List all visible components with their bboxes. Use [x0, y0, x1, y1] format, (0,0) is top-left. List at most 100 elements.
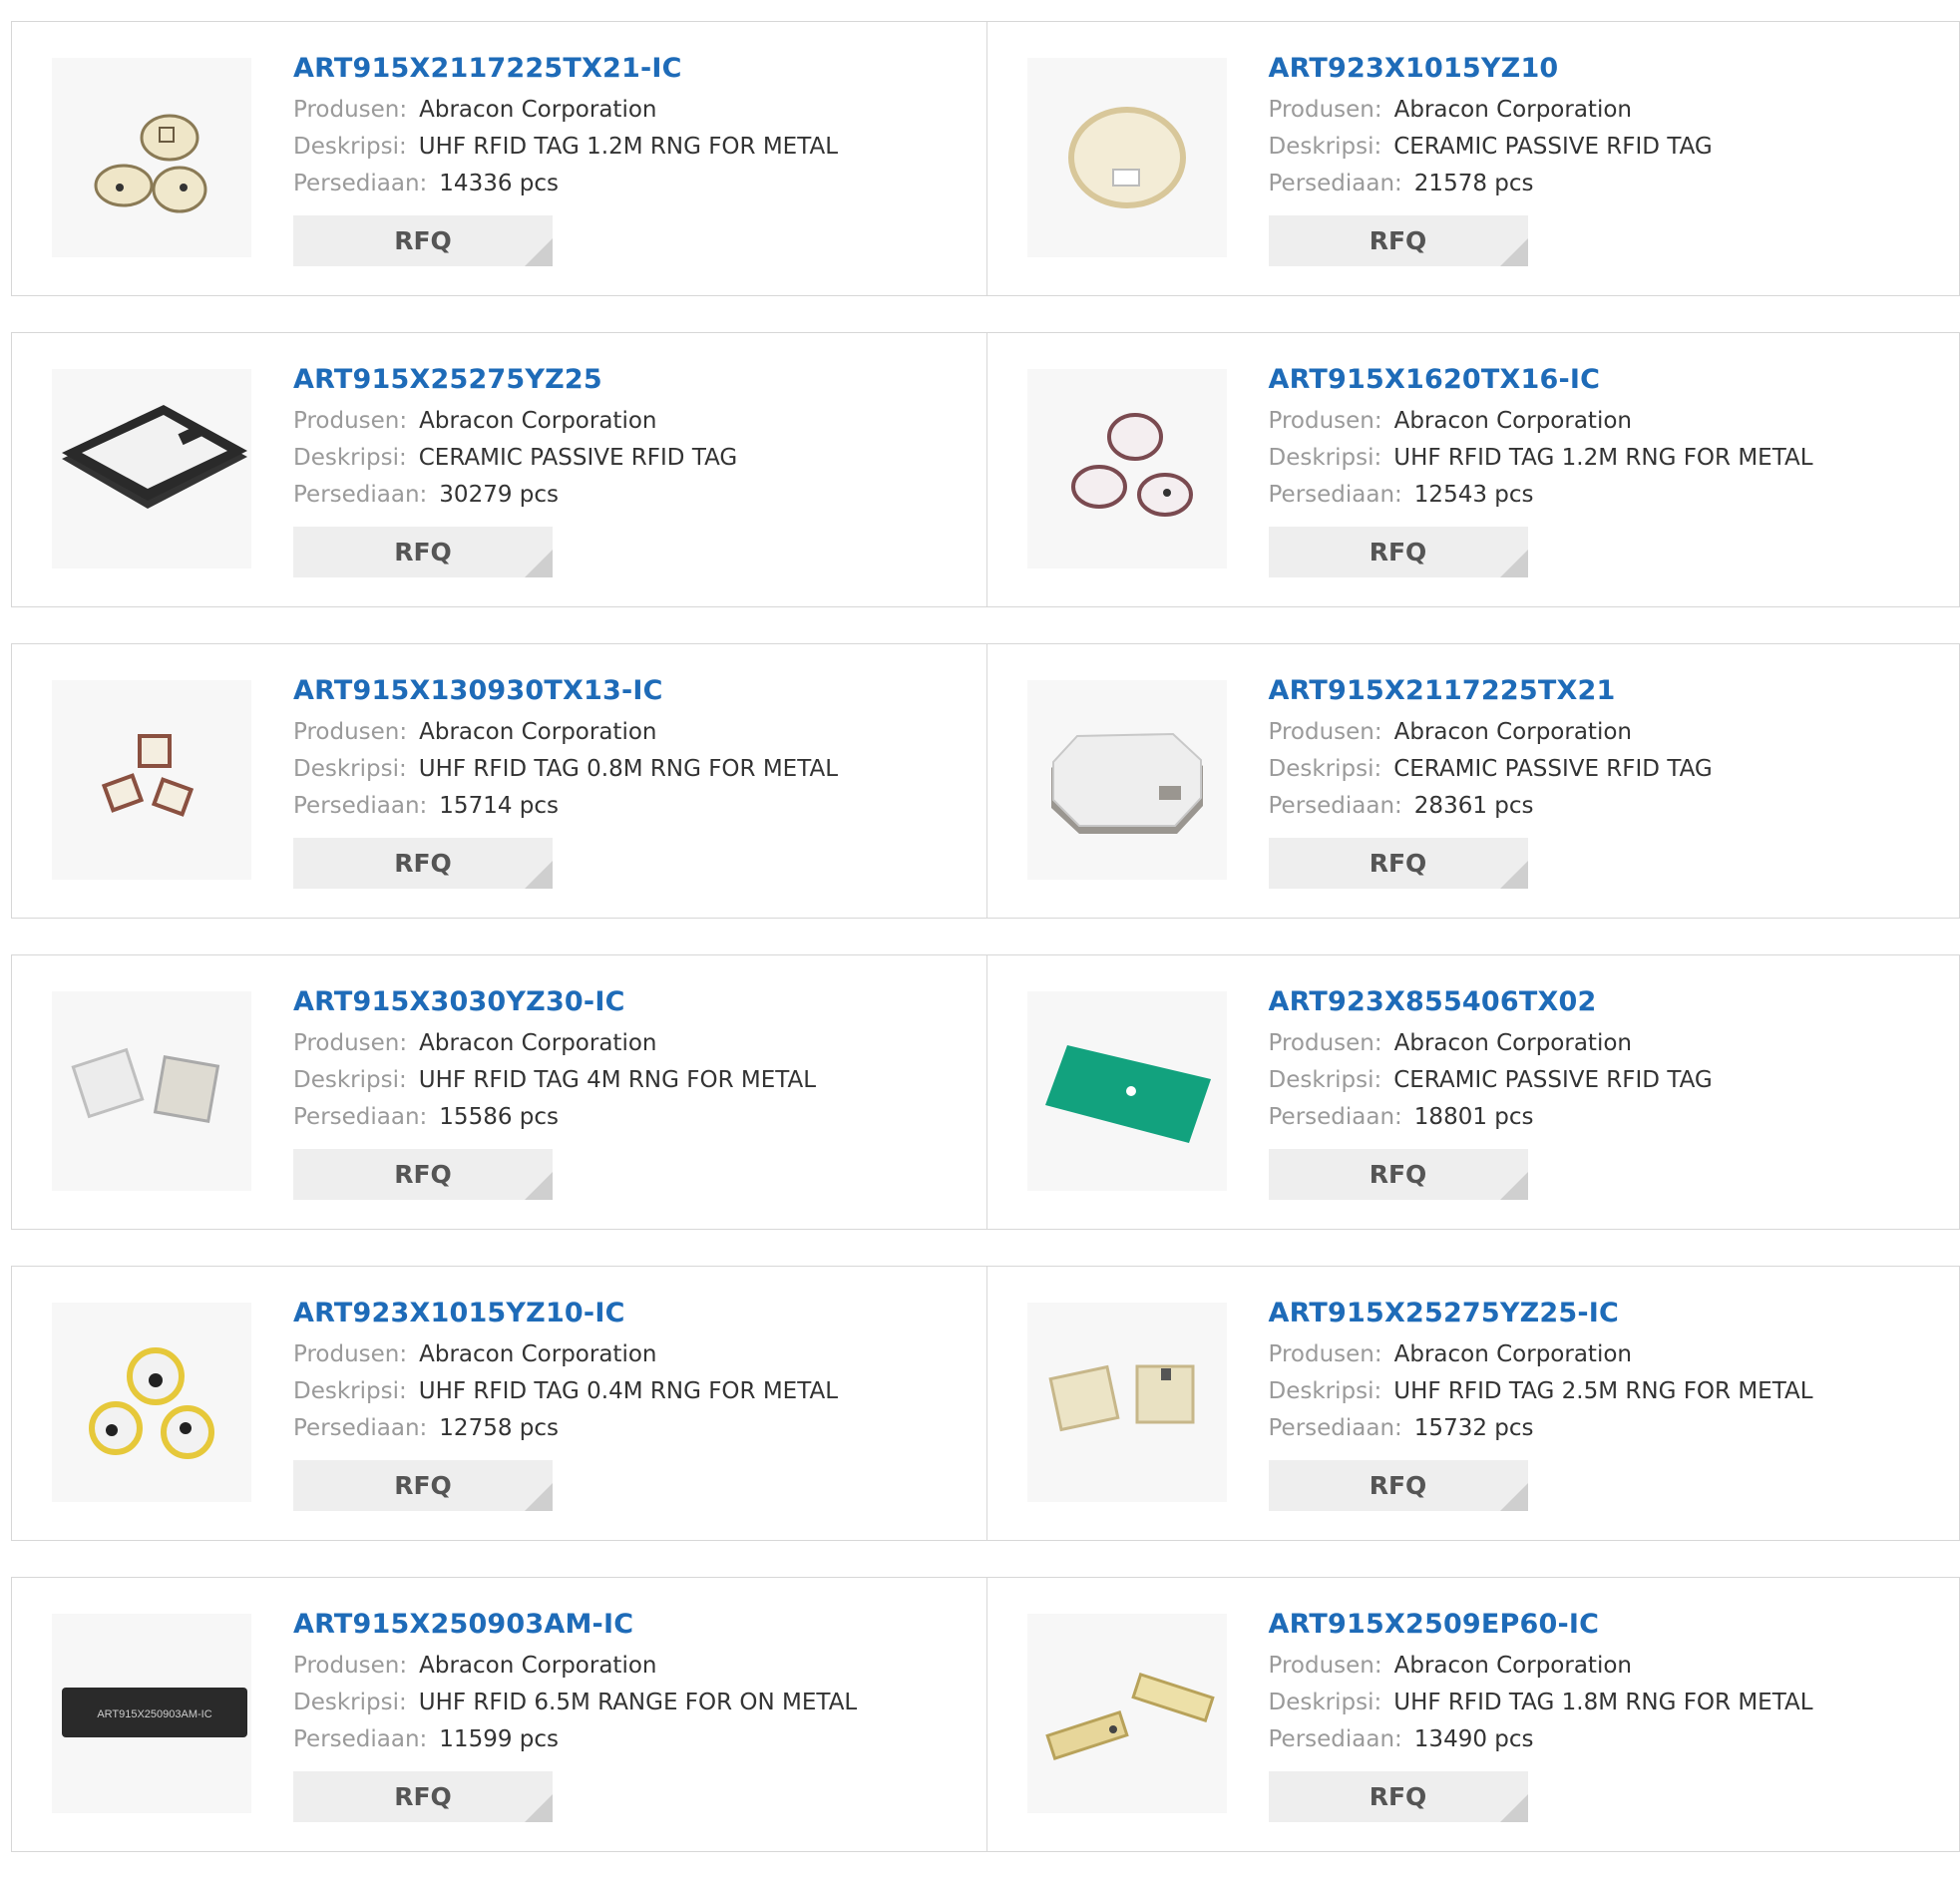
description-value: UHF RFID TAG 1.2M RNG FOR METAL: [419, 134, 838, 160]
rfq-button[interactable]: RFQ: [1269, 1771, 1528, 1822]
manufacturer-row: Produsen:Abracon Corporation: [1269, 92, 1713, 129]
description-label: Deskripsi:: [1269, 1690, 1382, 1715]
manufacturer-label: Produsen:: [293, 719, 407, 745]
product-part-number-link[interactable]: ART923X1015YZ10-IC: [293, 1297, 838, 1330]
rfq-button-label: RFQ: [394, 1160, 452, 1189]
product-image[interactable]: [1027, 369, 1227, 568]
rfq-button-label: RFQ: [1370, 226, 1427, 255]
manufacturer-label: Produsen:: [1269, 408, 1382, 434]
product-info: ART915X25275YZ25-IC Produsen: Abracon Cor…: [1269, 1297, 1813, 1511]
product-image[interactable]: [52, 58, 251, 257]
product-image[interactable]: [52, 991, 251, 1191]
manufacturer-label: Produsen:: [293, 1030, 407, 1056]
product-row: ART915X3030YZ30-IC Produsen: Abracon Corp…: [11, 954, 1960, 1230]
manufacturer-label: Produsen:: [1269, 719, 1382, 745]
product-card: ART923X1015YZ10-IC Produsen: Abracon Corp…: [11, 1266, 987, 1541]
manufacturer-value: Abracon Corporation: [1394, 1341, 1632, 1367]
product-part-number-link[interactable]: ART915X2117225TX21-IC: [293, 52, 838, 86]
product-row: ART915X130930TX13-IC Produsen:Abracon Co…: [11, 643, 1960, 919]
stock-label: Persediaan:: [1269, 1726, 1402, 1752]
rfq-button[interactable]: RFQ: [1269, 527, 1528, 577]
rfq-button[interactable]: RFQ: [293, 215, 553, 266]
product-card: ART915X2509EP60-IC Produsen:Abracon Corp…: [987, 1577, 1960, 1852]
product-part-number-link[interactable]: ART915X250903AM-IC: [293, 1608, 857, 1642]
product-card: ART915X25275YZ25 Produsen:Abracon Corpor…: [11, 332, 987, 607]
product-card: ART915X2117225TX21 Produsen:Abracon Corp…: [987, 643, 1960, 919]
product-grid: ART915X2117225TX21-IC Produsen: Abracon C…: [11, 21, 1960, 1888]
product-row: ART915X2117225TX21-IC Produsen:Abracon C…: [11, 21, 1960, 296]
product-image-print: ART915X250903AM-IC: [97, 1708, 211, 1720]
rfq-button-label: RFQ: [394, 226, 452, 255]
product-part-number-link[interactable]: ART915X25275YZ25: [293, 363, 737, 397]
rfq-corner-decoration: [1500, 1794, 1528, 1822]
rfq-button[interactable]: RFQ: [1269, 838, 1528, 889]
description-row: Deskripsi:CERAMIC PASSIVE RFID TAG: [1269, 1062, 1713, 1099]
product-image[interactable]: [1027, 58, 1227, 257]
stock-row: Persediaan: 15714 pcs: [293, 788, 838, 825]
manufacturer-row: Produsen: Abracon Corporation: [293, 1336, 838, 1373]
product-image[interactable]: [52, 369, 251, 568]
stock-label: Persediaan:: [1269, 1415, 1402, 1441]
product-part-number-link[interactable]: ART923X855406TX02: [1269, 985, 1713, 1019]
manufacturer-row: Produsen:Abracon Corporation: [293, 1648, 857, 1685]
description-row: Deskripsi:UHF RFID TAG 0.4M RNG FOR META…: [293, 1373, 838, 1410]
product-part-number-link[interactable]: ART923X1015YZ10: [1269, 52, 1713, 86]
product-image[interactable]: ART915X250903AM-IC: [52, 1614, 251, 1813]
description-value: UHF RFID TAG 1.2M RNG FOR METAL: [1393, 445, 1812, 471]
description-label: Deskripsi:: [1269, 756, 1382, 782]
product-info: ART923X1015YZ10-IC Produsen: Abracon Corp…: [293, 1297, 838, 1511]
product-part-number-link[interactable]: ART915X2509EP60-IC: [1269, 1608, 1813, 1642]
rfq-button[interactable]: RFQ: [1269, 1149, 1528, 1200]
manufacturer-label: Produsen:: [1269, 1341, 1382, 1367]
product-part-number-link[interactable]: ART915X3030YZ30-IC: [293, 985, 816, 1019]
product-info: ART915X2509EP60-IC Produsen:Abracon Corp…: [1269, 1608, 1813, 1822]
rfq-button[interactable]: RFQ: [293, 1460, 553, 1511]
description-value: CERAMIC PASSIVE RFID TAG: [419, 445, 738, 471]
rfq-button[interactable]: RFQ: [293, 1771, 553, 1822]
stock-value: 12758 pcs: [439, 1415, 559, 1441]
product-image[interactable]: [1027, 680, 1227, 880]
rfq-button[interactable]: RFQ: [293, 1149, 553, 1200]
product-part-number-link[interactable]: ART915X1620TX16-IC: [1269, 363, 1813, 397]
rfq-button[interactable]: RFQ: [1269, 215, 1528, 266]
description-label: Deskripsi:: [293, 445, 407, 471]
product-card: ART923X855406TX02 Produsen:Abracon Corpo…: [987, 954, 1960, 1230]
product-image[interactable]: [1027, 1303, 1227, 1502]
product-image[interactable]: [1027, 1614, 1227, 1813]
description-value: CERAMIC PASSIVE RFID TAG: [1393, 1067, 1713, 1093]
rfq-corner-decoration: [525, 1483, 553, 1511]
product-card: ART915X25275YZ25-IC Produsen: Abracon Cor…: [987, 1266, 1960, 1541]
stock-label: Persediaan:: [1269, 171, 1402, 196]
product-info: ART915X250903AM-IC Produsen:Abracon Corp…: [293, 1608, 857, 1822]
product-image[interactable]: [52, 680, 251, 880]
product-image[interactable]: [1027, 991, 1227, 1191]
description-value: CERAMIC PASSIVE RFID TAG: [1393, 134, 1713, 160]
description-row: Deskripsi:UHF RFID TAG 1.2M RNG FOR META…: [1269, 440, 1813, 477]
product-part-number-link[interactable]: ART915X2117225TX21: [1269, 674, 1713, 708]
manufacturer-value: Abracon Corporation: [419, 1653, 656, 1679]
description-label: Deskripsi:: [293, 1067, 407, 1093]
rfq-button[interactable]: RFQ: [293, 527, 553, 577]
description-row: Deskripsi: CERAMIC PASSIVE RFID TAG: [293, 440, 737, 477]
manufacturer-row: Produsen:Abracon Corporation: [293, 714, 838, 751]
product-part-number-link[interactable]: ART915X25275YZ25-IC: [1269, 1297, 1813, 1330]
rfq-corner-decoration: [1500, 238, 1528, 266]
rfq-button[interactable]: RFQ: [293, 838, 553, 889]
description-label: Deskripsi:: [293, 1690, 407, 1715]
stock-label: Persediaan:: [293, 171, 427, 196]
manufacturer-value: Abracon Corporation: [419, 1341, 656, 1367]
manufacturer-value: Abracon Corporation: [419, 1030, 656, 1056]
two-square-tags-icon: [52, 991, 251, 1191]
description-value: UHF RFID TAG 1.8M RNG FOR METAL: [1393, 1690, 1812, 1715]
stock-label: Persediaan:: [293, 793, 427, 819]
description-value: UHF RFID TAG 2.5M RNG FOR METAL: [1393, 1378, 1812, 1404]
manufacturer-value: Abracon Corporation: [419, 408, 656, 434]
product-image[interactable]: [52, 1303, 251, 1502]
manufacturer-label: Produsen:: [293, 1341, 407, 1367]
product-part-number-link[interactable]: ART915X130930TX13-IC: [293, 674, 838, 708]
rfq-button[interactable]: RFQ: [1269, 1460, 1528, 1511]
stock-value: 15714 pcs: [439, 793, 559, 819]
description-label: Deskripsi:: [293, 134, 407, 160]
product-info: ART915X130930TX13-IC Produsen:Abracon Co…: [293, 674, 838, 889]
manufacturer-row: Produsen:Abracon Corporation: [1269, 1648, 1813, 1685]
